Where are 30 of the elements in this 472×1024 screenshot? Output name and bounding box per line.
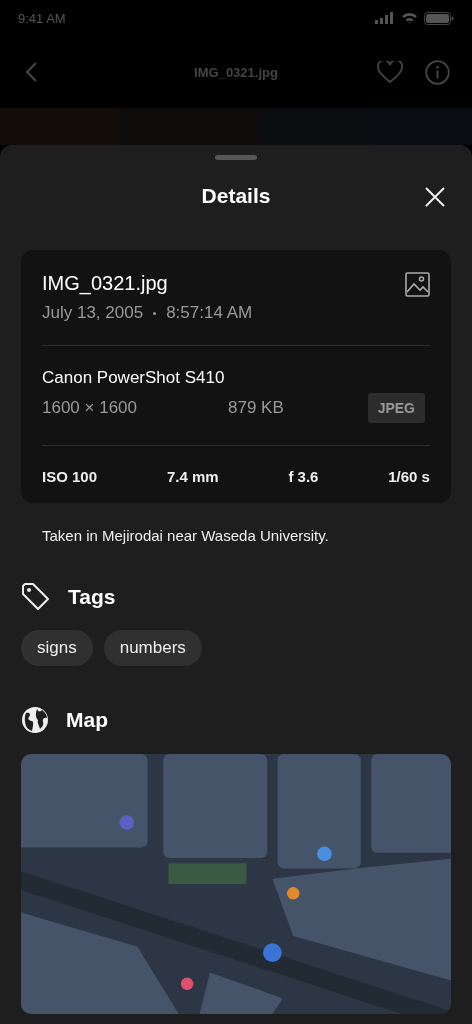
close-icon[interactable] xyxy=(424,186,446,208)
exif-value: 1/60 s xyxy=(388,468,430,485)
format-badge: JPEG xyxy=(367,393,425,423)
section-title: Map xyxy=(66,708,108,732)
heart-icon[interactable] xyxy=(377,60,403,84)
info-icon[interactable] xyxy=(425,59,450,85)
file-name: IMG_0321.jpg xyxy=(42,272,169,295)
section-title: Tags xyxy=(68,585,116,609)
battery-icon xyxy=(424,11,454,25)
photo-date: July 13, 2005 xyxy=(42,303,144,323)
file-size: 879 KB xyxy=(228,398,284,418)
photo-caption: Taken in Mejirodai near Waseda University. xyxy=(42,527,330,544)
exif-value: f 3.6 xyxy=(288,468,319,485)
tag-icon xyxy=(21,582,51,612)
image-dimensions: 1600 × 1600 xyxy=(42,398,138,418)
sheet-title: Details xyxy=(201,184,271,208)
nav-title: IMG_0321.jpg xyxy=(194,64,278,80)
exif-value: ISO 100 xyxy=(42,468,98,485)
image-icon xyxy=(405,272,430,297)
status-time: 9:41 AM xyxy=(18,10,66,26)
camera-model: Canon PowerShot S410 xyxy=(42,368,226,388)
photo-time: 8:57:14 AM xyxy=(166,303,253,323)
tag-chip[interactable]: numbers xyxy=(103,630,202,666)
sheet-handle[interactable] xyxy=(215,155,257,160)
back-icon[interactable] xyxy=(24,61,38,83)
tag-chip[interactable]: signs xyxy=(21,630,93,666)
exif-value: 7.4 mm xyxy=(166,468,219,485)
wifi-icon xyxy=(401,12,418,24)
signal-icon xyxy=(375,12,395,24)
globe-icon xyxy=(21,706,49,734)
